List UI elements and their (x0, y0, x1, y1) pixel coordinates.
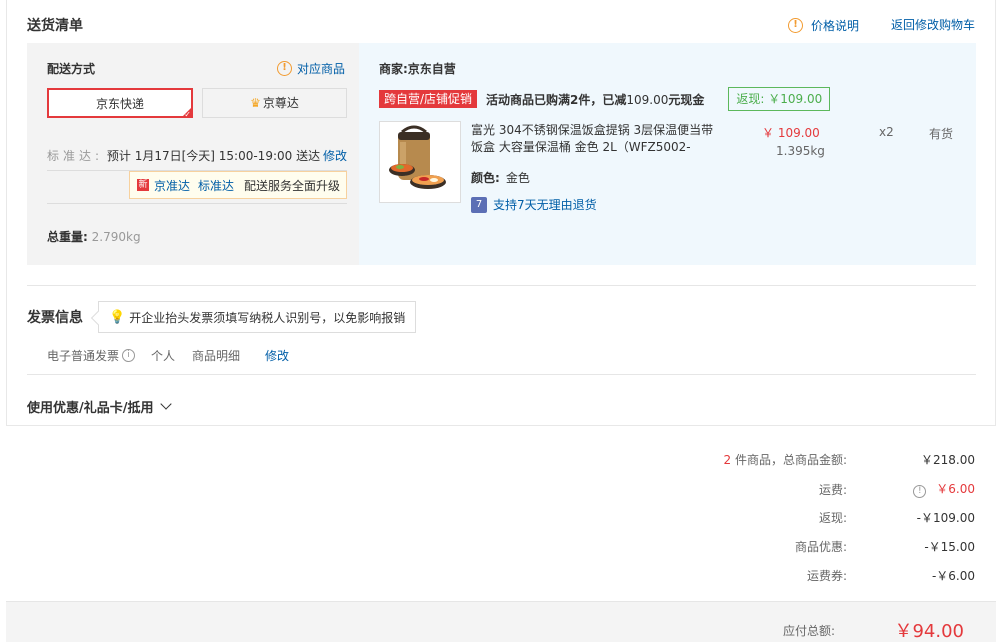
price-note-link[interactable]: ! 价格说明 (788, 17, 859, 34)
discount-label: 商品优惠: (794, 540, 847, 554)
exclamation-icon: ! (788, 18, 803, 33)
invoice-title-type: 个人 (151, 349, 176, 363)
seven-day-return-icon: 7 (471, 196, 487, 213)
product-color: 颜色: 金色 (471, 169, 530, 186)
merchant-panel: 商家:京东自营 跨自营/店铺促销 活动商品已购满2件，已减109.00元现金 返… (359, 43, 976, 265)
total-label: 应付总额: (782, 624, 835, 638)
summary-goods-amount: 2 件商品，总商品金额: ￥218.00 (723, 451, 975, 468)
freight-label: 运费: (818, 482, 847, 497)
product-name-link[interactable]: 富光 304不锈钢保温饭盒提锅 3层保温便当带饭盒 大容量保温桶 金色 2L（W… (471, 122, 721, 156)
promo-text-a: 活动商品已购满2件，已减 (486, 92, 627, 107)
standard-delivery-label: 标准达: (47, 149, 104, 163)
jzd-link[interactable]: 京准达 (154, 177, 190, 194)
shipping-option-label: 京尊达 (262, 96, 299, 110)
discount-value: -￥15.00 (924, 540, 975, 554)
promo-amount: 109.00 (626, 92, 669, 107)
product-stock-status: 有货 (929, 127, 954, 141)
summary-discount: 商品优惠: -￥15.00 (795, 538, 975, 555)
freight-value-wrap: ! ￥6.00 (847, 480, 975, 498)
total-weight: 总重量: 2.790kg (47, 228, 141, 245)
match-goods-label: 对应商品 (297, 62, 346, 76)
product-color-label: 颜色: (471, 171, 500, 185)
freight-value: ￥6.00 (936, 482, 975, 496)
total-weight-label: 总重量: (47, 230, 88, 244)
chevron-down-icon (159, 398, 172, 410)
promo-text-b: 元现金 (668, 92, 705, 107)
invoice-details: 电子普通发票 i 个人 商品明细 修改 (47, 347, 289, 364)
product-weight: 1.395kg (776, 144, 825, 158)
shipping-panel: 配送方式 ! 对应商品 京东快递 ✓ ♛ 京尊达 标准达: 预计 1月17日[今天… (27, 43, 359, 265)
freight-coupon-value: -￥6.00 (931, 569, 975, 583)
back-to-cart-link[interactable]: 返回修改购物车 (891, 16, 975, 33)
merchant-name: 商家:京东自营 (379, 62, 456, 76)
promo-text: 活动商品已购满2件，已减109.00元现金 (486, 91, 704, 108)
item-count-label: 件商品，总商品金额: (734, 453, 847, 467)
modify-delivery-time-link[interactable]: 修改 (323, 147, 347, 164)
shipping-method-label: 配送方式 (47, 62, 96, 76)
total-value: ￥94.00 (894, 621, 964, 642)
invoice-title: 发票信息 (27, 310, 83, 326)
item-count: 2 (723, 453, 732, 467)
product-image[interactable] (379, 121, 461, 203)
shipping-option-jd-express[interactable]: 京东快递 ✓ (47, 88, 193, 119)
checkmark-icon: ✓ (184, 110, 191, 119)
product-price: ￥ 109.00 (762, 126, 820, 140)
rebate-label: 返现: (818, 511, 847, 525)
standard-delivery-time: 预计 1月17日[今天] 15:00-19:00 送达 (106, 149, 321, 163)
coupon-label: 使用优惠/礼品卡/抵用 (27, 401, 154, 416)
divider (27, 374, 976, 375)
new-badge-icon: 新 (137, 179, 149, 191)
shipping-option-jzd[interactable]: ♛ 京尊达 (202, 88, 347, 118)
total-weight-value: 2.790kg (91, 230, 141, 244)
rebate-value: -￥109.00 (916, 511, 975, 525)
crown-icon: ♛ (250, 96, 261, 110)
match-goods-link[interactable]: ! 对应商品 (277, 60, 345, 77)
delivery-upgrade-tip: 新 京准达 标准达 配送服务全面升级 (129, 171, 347, 199)
section-title-delivery: 送货清单 (27, 18, 83, 34)
upgrade-text: 配送服务全面升级 (244, 178, 341, 193)
total-bar: 应付总额: ￥94.00 (6, 601, 996, 642)
seven-day-return-label: 支持7天无理由退货 (493, 198, 597, 212)
bzd-link[interactable]: 标准达 (198, 177, 234, 194)
promo-row: 跨自营/店铺促销 活动商品已购满2件，已减109.00元现金 返现: ￥109.… (379, 87, 831, 111)
exclamation-icon: ! (277, 61, 292, 76)
standard-delivery-line: 标准达: 预计 1月17日[今天] 15:00-19:00 送达 修改 (47, 147, 347, 164)
promo-tag: 跨自营/店铺促销 (379, 90, 478, 108)
coupon-toggle[interactable]: 使用优惠/礼品卡/抵用 (27, 397, 172, 416)
summary-goods-label: 2 件商品，总商品金额: (723, 451, 847, 468)
shipping-option-label: 京东快递 (95, 97, 144, 111)
summary-rebate: 返现: -￥109.00 (819, 509, 975, 526)
seven-day-return-link[interactable]: 7 支持7天无理由退货 (471, 196, 597, 213)
invoice-content: 商品明细 (192, 349, 241, 363)
order-card: 送货清单 ! 价格说明 返回修改购物车 配送方式 ! 对应商品 京东快递 ✓ ♛… (6, 0, 996, 426)
summary-freight: 运费: ! ￥6.00 (819, 480, 975, 498)
summary-freight-coupon: 运费券: -￥6.00 (807, 567, 975, 584)
lunchbox-image (389, 125, 446, 189)
invoice-tip: 💡 开企业抬头发票须填写纳税人识别号，以免影响报销 (98, 301, 417, 333)
rebate-badge: 返现: ￥109.00 (728, 87, 831, 111)
shipping-box: 配送方式 ! 对应商品 京东快递 ✓ ♛ 京尊达 标准达: 预计 1月17日[今天… (27, 43, 976, 265)
info-icon[interactable]: i (122, 349, 136, 362)
info-icon[interactable]: ! (913, 485, 927, 498)
freight-coupon-label: 运费券: (806, 569, 847, 583)
lightbulb-icon: 💡 (109, 309, 126, 325)
product-color-value: 金色 (505, 171, 530, 185)
divider (47, 203, 347, 204)
divider (27, 285, 976, 286)
invoice-type: 电子普通发票 (47, 349, 120, 363)
modify-invoice-link[interactable]: 修改 (265, 347, 289, 364)
price-note-label: 价格说明 (811, 19, 860, 33)
invoice-tip-text: 开企业抬头发票须填写纳税人识别号，以免影响报销 (129, 310, 406, 325)
product-quantity: x2 (879, 125, 894, 139)
goods-amount-value: ￥218.00 (921, 453, 975, 467)
